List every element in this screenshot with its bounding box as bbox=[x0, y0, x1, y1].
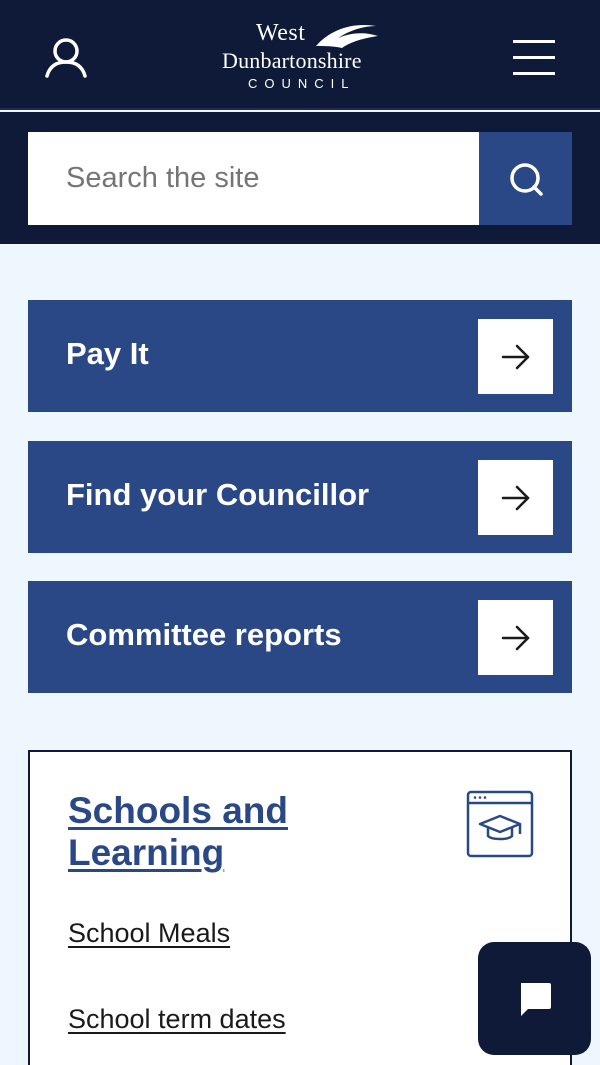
search-button[interactable] bbox=[479, 132, 572, 225]
quick-link-arrow-box bbox=[478, 600, 553, 675]
quick-link-pay-it[interactable]: Pay It bbox=[28, 300, 572, 412]
search-icon bbox=[509, 162, 543, 196]
user-icon bbox=[45, 38, 87, 78]
quick-link-label: Committee reports bbox=[66, 617, 342, 652]
quick-link-committee-reports[interactable]: Committee reports bbox=[28, 581, 572, 693]
chat-bubble-icon bbox=[520, 982, 551, 1016]
quick-link-arrow-box bbox=[478, 319, 553, 394]
logo-line-west: West bbox=[256, 20, 306, 46]
card-link-school-term-dates[interactable]: School term dates bbox=[68, 1004, 286, 1035]
quick-link-find-councillor[interactable]: Find your Councillor bbox=[28, 441, 572, 553]
logo-line-council: COUNCIL bbox=[248, 76, 356, 91]
logo-line-dunbartonshire: Dunbartonshire bbox=[222, 48, 362, 73]
site-header: West Dunbartonshire COUNCIL bbox=[0, 0, 600, 110]
arrow-right-icon bbox=[501, 485, 529, 510]
council-logo[interactable]: West Dunbartonshire COUNCIL bbox=[216, 16, 386, 96]
menu-button[interactable] bbox=[510, 36, 558, 80]
quick-link-arrow-box bbox=[478, 460, 553, 535]
arrow-right-icon bbox=[501, 625, 529, 650]
search-bar bbox=[0, 112, 600, 244]
card-title-link[interactable]: Schools and Learning bbox=[68, 790, 408, 874]
arrow-right-icon bbox=[501, 344, 529, 369]
account-button[interactable] bbox=[42, 34, 90, 82]
quick-link-label: Pay It bbox=[66, 336, 149, 371]
quick-link-label: Find your Councillor bbox=[66, 477, 370, 512]
chat-button[interactable] bbox=[478, 942, 591, 1055]
card-link-school-meals[interactable]: School Meals bbox=[68, 918, 230, 949]
search-input[interactable] bbox=[28, 132, 479, 225]
hamburger-menu-icon bbox=[513, 40, 555, 75]
graduation-cap-window-icon bbox=[466, 790, 534, 858]
page: West Dunbartonshire COUNCIL Pay It bbox=[0, 0, 600, 1065]
